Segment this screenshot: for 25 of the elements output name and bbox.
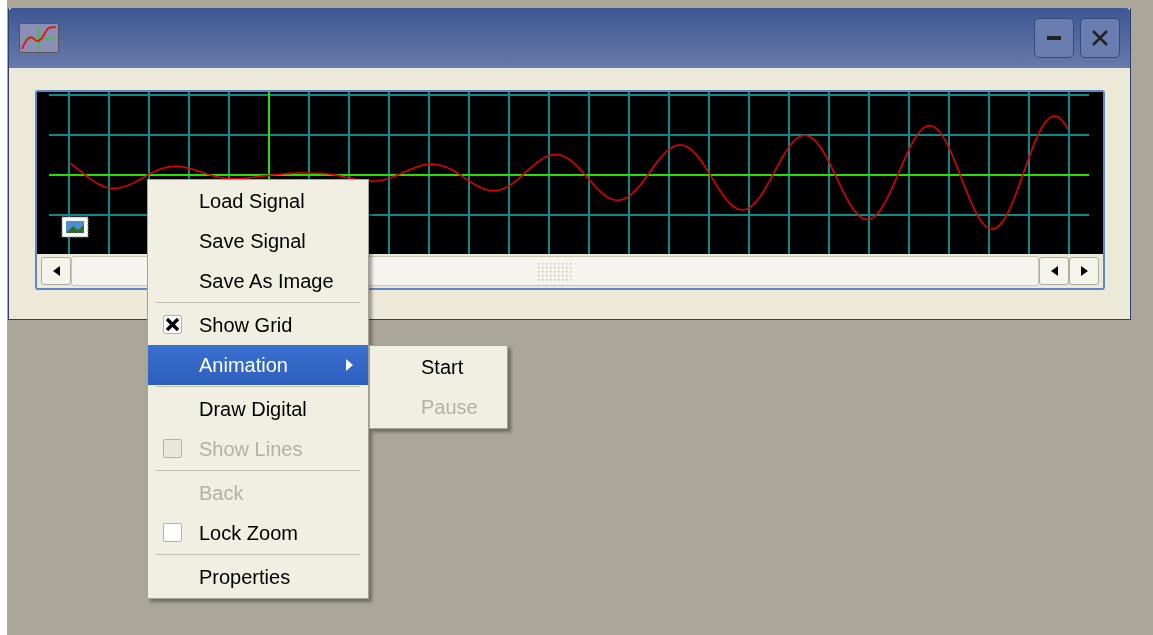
menu-item[interactable]: Save As Image [148,261,368,301]
scroll-right-button[interactable] [1069,257,1099,285]
menu-item[interactable]: Load Signal [148,181,368,221]
left-arrow-icon [1050,266,1058,276]
app-icon [19,23,59,53]
submenu-arrow-icon [346,359,353,371]
menu-item[interactable]: Show Grid [148,305,368,345]
menu-item[interactable]: Start [370,347,507,387]
checkbox[interactable] [163,523,182,542]
checkbox[interactable] [163,315,182,334]
left-arrow-icon [52,266,60,276]
right-arrow-icon [1080,266,1088,276]
grip-icon [536,261,574,281]
scroll-left-button[interactable] [1039,257,1069,285]
close-button[interactable] [1080,18,1120,58]
menu-item[interactable]: Animation [148,345,368,385]
close-icon [1092,30,1108,46]
minimize-button[interactable] [1034,18,1074,58]
menu-item[interactable]: Draw Digital [148,389,368,429]
menu-item[interactable]: Properties [148,557,368,597]
scroll-left-button[interactable] [41,257,71,285]
menu-item[interactable]: Save Signal [148,221,368,261]
image-icon[interactable] [61,216,89,238]
minimize-icon [1047,36,1061,40]
menu-item[interactable]: Lock Zoom [148,513,368,553]
